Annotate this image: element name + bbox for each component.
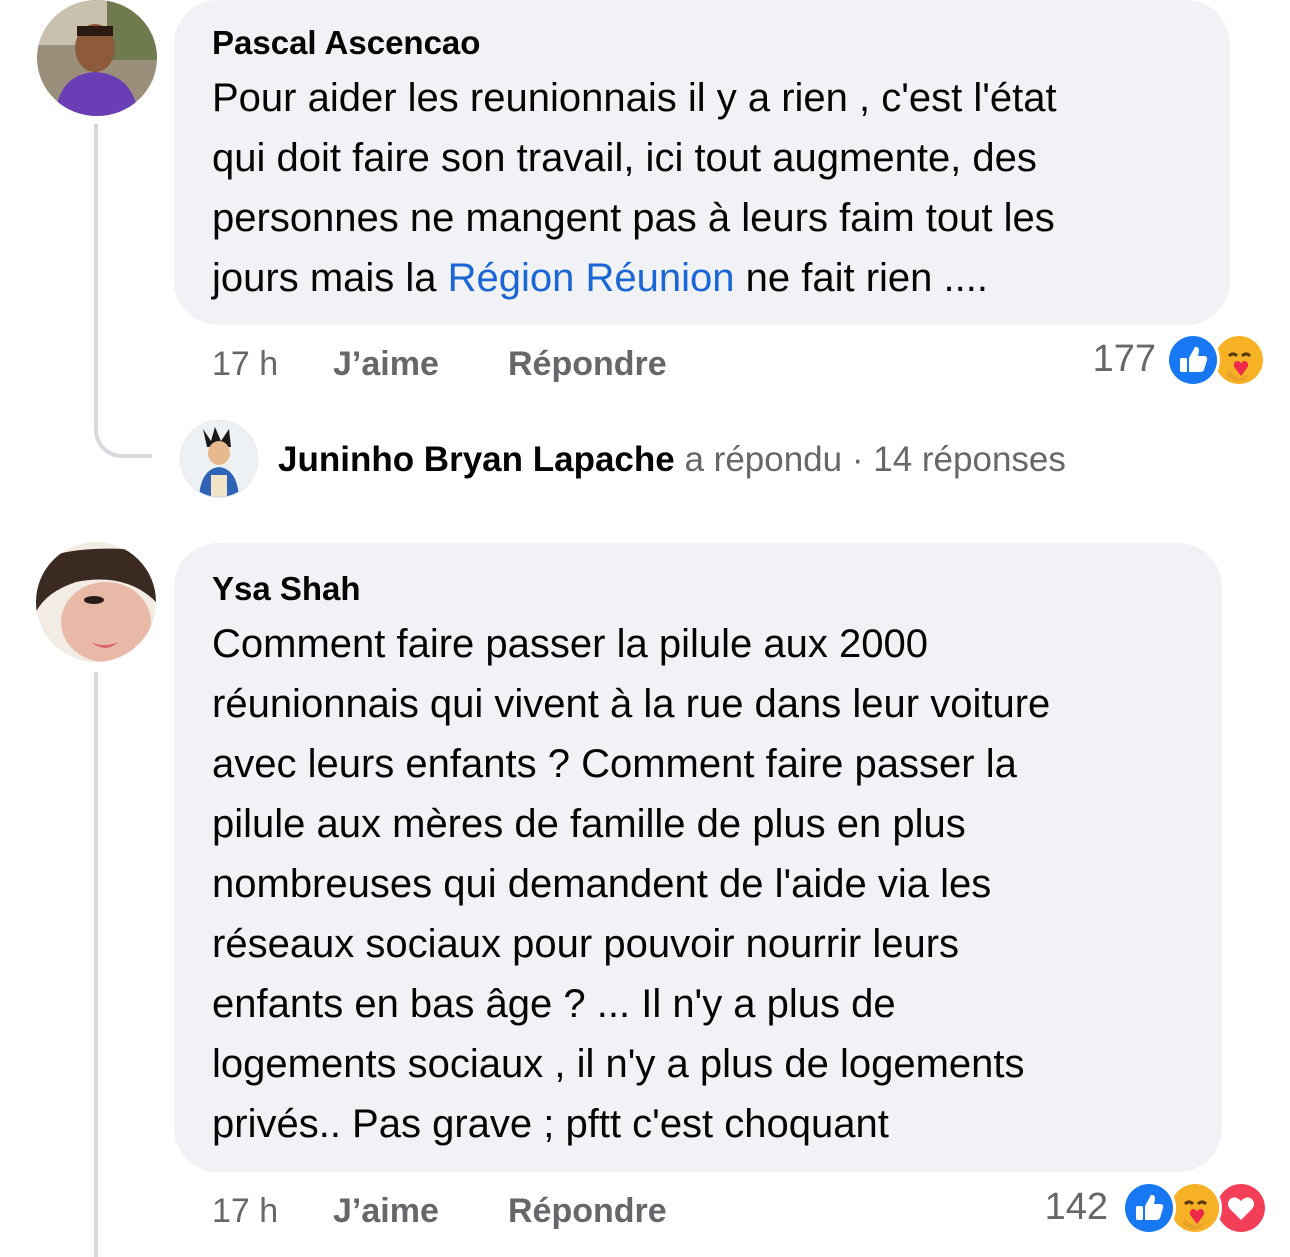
love-icon[interactable]	[1214, 1181, 1268, 1235]
comment-text-line: personnes ne mangent pas à leurs faim to…	[212, 196, 1055, 240]
comment-text-line: pilule aux mères de famille de plus en p…	[212, 802, 966, 846]
thread-curve	[94, 400, 152, 458]
comment-text-line: logements sociaux , il n'y a plus de log…	[212, 1042, 1025, 1086]
comment-text-line: enfants en bas âge ? ... Il n'y a plus d…	[212, 982, 896, 1026]
reply-author[interactable]: Juninho Bryan Lapache	[278, 440, 675, 479]
thread-line	[94, 124, 98, 406]
reply-button[interactable]: Répondre	[508, 345, 667, 384]
reply-separator: ·	[842, 440, 874, 479]
comment-text-line: Comment faire passer la pilule aux 2000	[212, 622, 928, 666]
care-icon[interactable]	[1168, 1181, 1222, 1235]
comment-text-line: réunionnais qui vivent à la rue dans leu…	[212, 682, 1051, 726]
comment-author[interactable]: Pascal Ascencao	[212, 24, 480, 62]
comment-text-line: réseaux sociaux pour pouvoir nourrir leu…	[212, 922, 960, 966]
reply-action: a répondu	[674, 440, 843, 479]
comment-text-line: jours mais la Région Réunion ne fait rie…	[212, 258, 988, 298]
like-button[interactable]: J’aime	[333, 345, 439, 384]
reply-count[interactable]: 14 réponses	[873, 440, 1066, 479]
like-icon[interactable]	[1166, 333, 1220, 387]
comment-text-segment: jours mais la	[212, 256, 448, 300]
comment-author[interactable]: Ysa Shah	[212, 570, 361, 608]
avatar[interactable]	[36, 542, 156, 662]
comment-text-segment: ne fait rien ....	[734, 256, 988, 300]
thread-line	[94, 672, 98, 1257]
comment-text-line: Pour aider les reunionnais il y a rien ,…	[212, 76, 1057, 120]
comment-time[interactable]: 17 h	[212, 1192, 278, 1231]
view-replies-link[interactable]: Juninho Bryan Lapache a répondu · 14 rép…	[278, 440, 1066, 480]
comment-time[interactable]: 17 h	[212, 345, 278, 384]
care-icon[interactable]	[1212, 333, 1266, 387]
avatar[interactable]	[180, 420, 258, 498]
reply-button[interactable]: Répondre	[508, 1192, 667, 1231]
mention-link[interactable]: Région Réunion	[448, 256, 735, 300]
comment-text-line: avec leurs enfants ? Comment faire passe…	[212, 742, 1017, 786]
reaction-count[interactable]: 142	[1000, 1186, 1108, 1229]
reaction-count[interactable]: 177	[1050, 338, 1156, 381]
avatar[interactable]	[37, 0, 157, 116]
comment-text-line: qui doit faire son travail, ici tout aug…	[212, 136, 1037, 180]
comment-text-line: nombreuses qui demandent de l'aide via l…	[212, 862, 992, 906]
like-icon[interactable]	[1122, 1181, 1176, 1235]
comment-text-line: privés.. Pas grave ; pftt c'est choquant	[212, 1102, 889, 1146]
like-button[interactable]: J’aime	[333, 1192, 439, 1231]
